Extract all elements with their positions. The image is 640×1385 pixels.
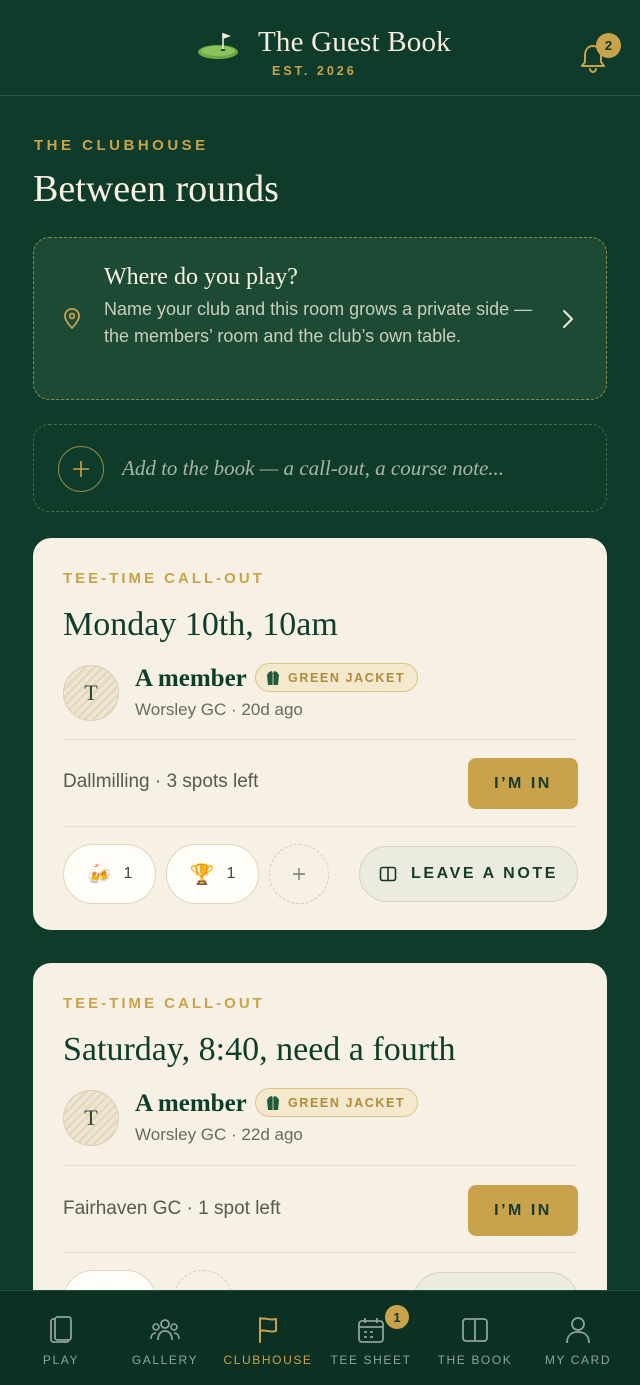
- nav-tee-sheet[interactable]: 1 TEE SHEET: [318, 1291, 424, 1385]
- bottom-nav: PLAY GALLERY CLUBHOUSE 1 TEE SHEET THE B…: [0, 1290, 640, 1385]
- location-pin-icon: [64, 308, 80, 330]
- reaction-count: 1: [123, 865, 133, 882]
- post-meta: Worsley GC · 20d ago: [135, 700, 303, 719]
- nav-clubhouse[interactable]: CLUBHOUSE: [215, 1291, 321, 1385]
- book-icon: [462, 1318, 488, 1342]
- avatar[interactable]: T: [63, 1090, 119, 1146]
- nav-gallery[interactable]: GALLERY: [112, 1291, 218, 1385]
- post-meta: Worsley GC · 22d ago: [135, 1125, 303, 1144]
- nav-label: TEE SHEET: [330, 1353, 412, 1367]
- composer-placeholder: Add to the book — a call-out, a course n…: [122, 456, 505, 480]
- post-title: Monday 10th, 10am: [63, 606, 338, 643]
- nav-label: MY CARD: [544, 1353, 612, 1367]
- cards-icon: [50, 1316, 72, 1343]
- app-subtitle: EST. 2026: [272, 64, 357, 78]
- nav-badge: 1: [385, 1305, 409, 1329]
- member-badge: GREEN JACKET: [255, 1088, 419, 1117]
- badge-label: GREEN JACKET: [288, 670, 406, 685]
- im-in-button[interactable]: I’M IN: [468, 758, 578, 809]
- post-type: TEE-TIME CALL-OUT: [63, 570, 265, 587]
- chevron-right-icon: [563, 310, 573, 328]
- add-to-book-composer[interactable]: Add to the book — a call-out, a course n…: [33, 424, 607, 512]
- leave-note-button[interactable]: LEAVE A NOTE: [359, 846, 578, 902]
- club-prompt-description: Name your club and this room grows a pri…: [104, 299, 533, 346]
- club-prompt-card[interactable]: Where do you play? Name your club and th…: [33, 237, 607, 400]
- book-icon: [379, 866, 397, 882]
- add-reaction-button[interactable]: [269, 844, 329, 904]
- divider: [63, 1252, 577, 1253]
- green-jacket-icon: [267, 1095, 279, 1110]
- reaction-count: 1: [226, 865, 236, 882]
- plus-icon: [73, 461, 89, 477]
- people-icon: [150, 1319, 180, 1341]
- post-card: TEE-TIME CALL-OUT Monday 10th, 10am T A …: [33, 538, 607, 930]
- plus-icon: [293, 868, 305, 880]
- nav-label: GALLERY: [131, 1353, 199, 1367]
- section-eyebrow: THE CLUBHOUSE: [34, 137, 209, 154]
- app-header: The Guest Book EST. 2026 2: [0, 0, 640, 96]
- page-title: Between rounds: [33, 168, 279, 210]
- member-badge: GREEN JACKET: [255, 663, 419, 692]
- user-icon: [566, 1317, 590, 1344]
- reaction-trophy[interactable]: 🏆 1: [166, 844, 259, 904]
- leave-note-label: LEAVE A NOTE: [410, 865, 559, 882]
- post-author[interactable]: A member: [135, 665, 247, 693]
- calendar-icon: [358, 1318, 384, 1343]
- post-type: TEE-TIME CALL-OUT: [63, 995, 265, 1012]
- flag-icon: [259, 1317, 277, 1343]
- golf-green-logo-icon: [198, 33, 238, 59]
- nav-my-card[interactable]: MY CARD: [525, 1291, 631, 1385]
- divider: [63, 1165, 577, 1166]
- post-detail: Dallmilling · 3 spots left: [63, 771, 259, 792]
- post-author[interactable]: A member: [135, 1090, 247, 1118]
- nav-label: PLAY: [42, 1353, 80, 1367]
- nav-play[interactable]: PLAY: [8, 1291, 114, 1385]
- avatar[interactable]: T: [63, 665, 119, 721]
- post-detail: Fairhaven GC · 1 spot left: [63, 1198, 281, 1219]
- green-jacket-icon: [267, 670, 279, 685]
- notification-badge: 2: [596, 33, 621, 58]
- nav-label: CLUBHOUSE: [223, 1353, 313, 1367]
- divider: [63, 826, 577, 827]
- add-post-button[interactable]: [58, 446, 104, 492]
- badge-label: GREEN JACKET: [288, 1095, 406, 1110]
- app-title: The Guest Book: [258, 26, 451, 58]
- trophy-icon: 🏆: [189, 863, 215, 886]
- club-prompt-title: Where do you play?: [104, 264, 298, 290]
- nav-label: THE BOOK: [437, 1353, 513, 1367]
- beer-cheers-icon: 🍻: [86, 863, 112, 886]
- nav-the-book[interactable]: THE BOOK: [422, 1291, 528, 1385]
- divider: [63, 739, 577, 740]
- reaction-cheers[interactable]: 🍻 1: [63, 844, 156, 904]
- im-in-button[interactable]: I’M IN: [468, 1185, 578, 1236]
- brand[interactable]: The Guest Book EST. 2026: [196, 26, 456, 82]
- post-title: Saturday, 8:40, need a fourth: [63, 1031, 456, 1068]
